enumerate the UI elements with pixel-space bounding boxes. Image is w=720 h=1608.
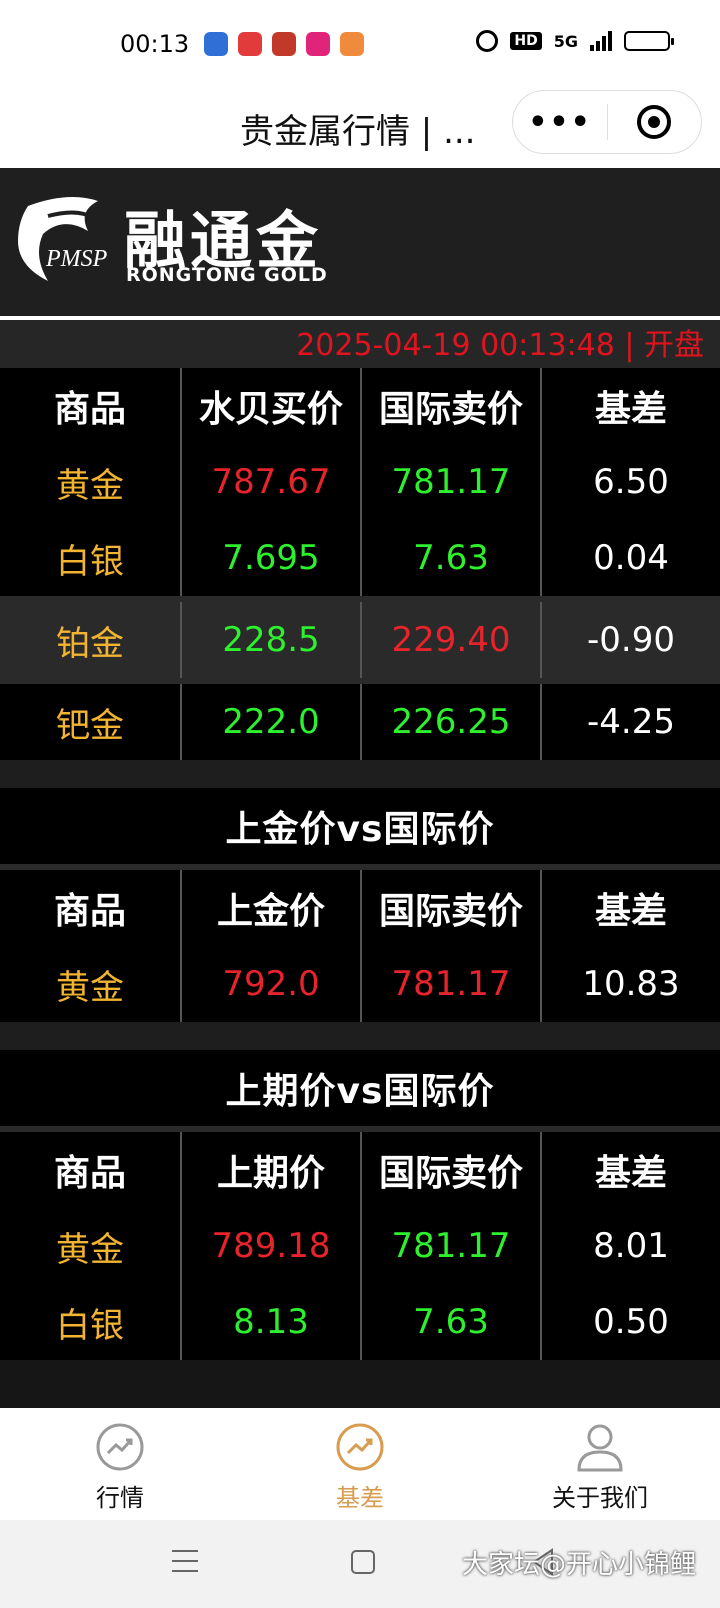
section-title: 上金价vs国际价 — [0, 788, 720, 864]
app-notification-icon — [306, 32, 330, 56]
close-button[interactable] — [608, 105, 701, 139]
sell-price: 781.17 — [360, 444, 540, 520]
header-cell: 商品 — [53, 1153, 126, 1194]
basis-value: -4.25 — [540, 684, 720, 760]
buy-price: 222.0 — [180, 684, 360, 760]
header-cell: 国际卖价 — [360, 1132, 540, 1208]
tab-label: 基差 — [336, 1484, 384, 1512]
sell-price: 226.25 — [360, 684, 540, 760]
user-icon — [577, 1424, 623, 1472]
app-notification-icon — [340, 32, 364, 56]
signal-icon — [590, 31, 612, 51]
table-row: 白银 8.13 7.63 0.50 — [0, 1284, 720, 1360]
table-row: 黄金 787.67 781.17 6.50 — [0, 444, 720, 520]
header-cell: 国际卖价 — [360, 870, 540, 946]
header-cell: 上金价 — [180, 870, 360, 946]
product-name: 钯金 — [56, 705, 124, 746]
sell-price: 781.17 — [360, 946, 540, 1022]
table-row: 黄金 789.18 781.17 8.01 — [0, 1208, 720, 1284]
product-name: 白银 — [56, 541, 124, 582]
page-title: 贵金属行情 | ... — [240, 112, 476, 152]
buy-price: 228.5 — [180, 602, 360, 678]
table-row: 钯金 222.0 226.25 -4.25 — [0, 684, 720, 760]
sell-price: 7.63 — [360, 520, 540, 596]
tab-about[interactable]: 关于我们 — [480, 1408, 720, 1520]
app-notification-icon — [272, 32, 296, 56]
product-name: 白银 — [56, 1305, 124, 1346]
price-table: 商品 水贝买价 国际卖价 基差 黄金 787.67 781.17 6.50 白银… — [0, 368, 720, 1360]
timestamp-status: 2025-04-19 00:13:48 | 开盘 — [0, 320, 720, 368]
table-header: 商品 上金价 国际卖价 基差 — [0, 870, 720, 946]
capsule-menu: ••• — [512, 90, 702, 154]
header-cell: 水贝买价 — [180, 368, 360, 444]
title-bar: 贵金属行情 | ... ••• — [0, 88, 720, 168]
brand-subtitle: RONGTONG GOLD — [126, 264, 328, 286]
chart-trend-icon — [96, 1423, 144, 1471]
bottom-tabbar: 行情 基差 关于我们 — [0, 1408, 720, 1520]
product-name: 黄金 — [56, 1229, 124, 1270]
basis-value: 8.01 — [540, 1208, 720, 1284]
app-notification-icon — [204, 32, 228, 56]
tab-label: 关于我们 — [552, 1484, 648, 1512]
chart-trend-icon — [336, 1423, 384, 1471]
table-header: 商品 上期价 国际卖价 基差 — [0, 1132, 720, 1208]
sell-price: 781.17 — [360, 1208, 540, 1284]
buy-price: 787.67 — [180, 444, 360, 520]
basis-value: 10.83 — [540, 946, 720, 1022]
section-gap — [0, 760, 720, 788]
section-title: 上期价vs国际价 — [0, 1050, 720, 1126]
section-gap — [0, 1022, 720, 1050]
tab-market[interactable]: 行情 — [0, 1408, 240, 1520]
more-button[interactable]: ••• — [513, 105, 607, 140]
header-cell: 商品 — [53, 389, 126, 430]
brand-pmsp: PMSP — [46, 246, 108, 272]
buy-price: 7.695 — [180, 520, 360, 596]
product-name: 铂金 — [56, 623, 124, 664]
sell-price: 229.40 — [360, 602, 540, 678]
menu-icon[interactable] — [172, 1550, 198, 1574]
alarm-icon — [476, 30, 499, 52]
buy-price: 792.0 — [180, 946, 360, 1022]
watermark: 大家坛@开心小锦鲤 — [461, 1550, 696, 1580]
target-icon — [637, 105, 672, 139]
table-row: 白银 7.695 7.63 0.04 — [0, 520, 720, 596]
header-cell: 基差 — [540, 870, 720, 946]
tab-basis[interactable]: 基差 — [240, 1408, 480, 1520]
sell-price: 7.63 — [360, 1284, 540, 1360]
basis-value: -0.90 — [540, 602, 720, 678]
battery-icon — [624, 31, 674, 51]
app-notification-icon — [238, 32, 262, 56]
hd-badge: HD — [510, 32, 542, 50]
basis-value: 6.50 — [540, 444, 720, 520]
status-indicators: HD 5G — [476, 30, 674, 52]
buy-price: 789.18 — [180, 1208, 360, 1284]
status-time: 00:13 — [120, 30, 190, 58]
system-nav-bar: 大家坛@开心小锦鲤 — [0, 1520, 720, 1608]
network-label: 5G — [553, 31, 578, 51]
basis-value: 0.50 — [540, 1284, 720, 1360]
header-cell: 上期价 — [180, 1132, 360, 1208]
table-header: 商品 水贝买价 国际卖价 基差 — [0, 368, 720, 444]
dragon-logo-icon — [18, 197, 98, 281]
brand-header: PMSP 融通金 RONGTONG GOLD — [0, 168, 720, 316]
tab-label: 行情 — [96, 1484, 144, 1512]
product-name: 黄金 — [56, 465, 124, 506]
buy-price: 8.13 — [180, 1284, 360, 1360]
home-icon[interactable] — [351, 1550, 375, 1574]
header-cell: 国际卖价 — [360, 368, 540, 444]
product-name: 黄金 — [56, 967, 124, 1008]
status-app-icons — [204, 32, 364, 56]
header-cell: 基差 — [540, 1132, 720, 1208]
table-row: 黄金 792.0 781.17 10.83 — [0, 946, 720, 1022]
table-row: 铂金 228.5 229.40 -0.90 — [0, 602, 720, 678]
header-cell: 基差 — [540, 368, 720, 444]
basis-value: 0.04 — [540, 520, 720, 596]
status-bar: 00:13 HD 5G — [0, 0, 720, 88]
main-content: PMSP 融通金 RONGTONG GOLD 2025-04-19 00:13:… — [0, 168, 720, 1408]
header-cell: 商品 — [53, 891, 126, 932]
